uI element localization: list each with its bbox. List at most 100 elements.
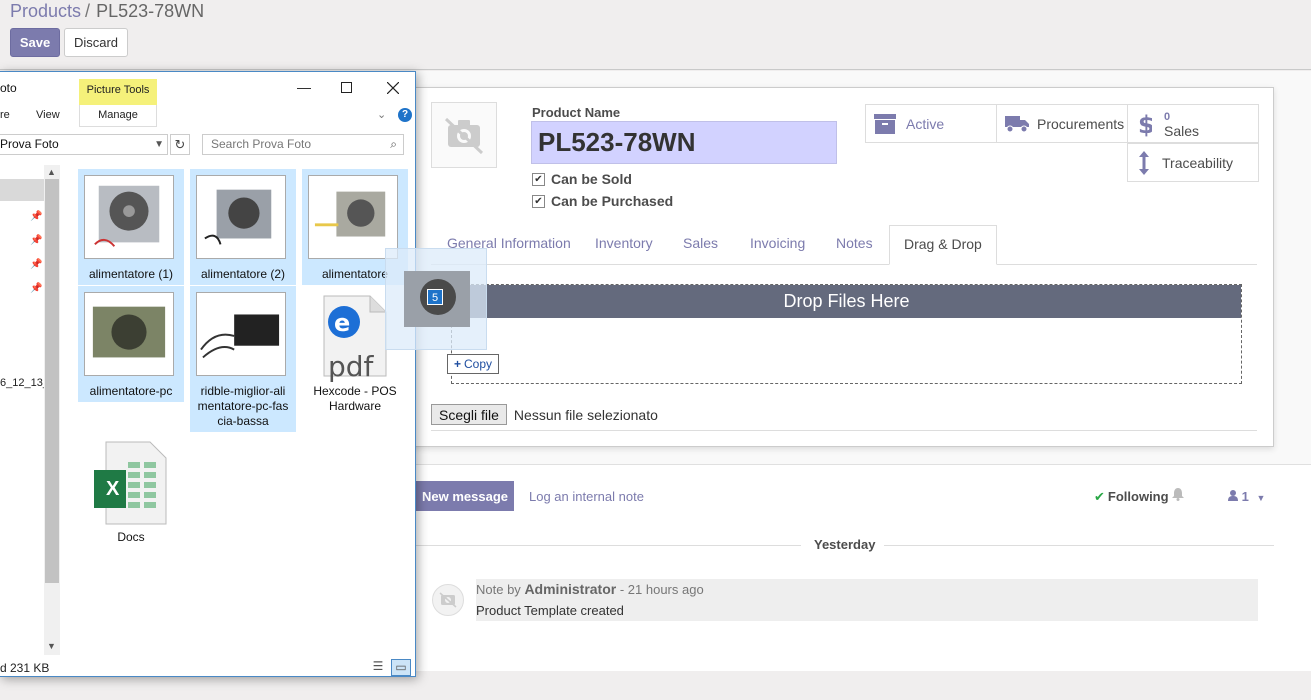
ribbon-tab-share[interactable]: re: [0, 109, 10, 121]
message-author[interactable]: Administrator: [524, 581, 616, 597]
vertical-scrollbar[interactable]: ▲ ▼: [44, 165, 60, 655]
power-supply-thumbnail: [196, 175, 286, 259]
traceability-smart-button[interactable]: Traceability: [1127, 143, 1259, 182]
archive-icon: [874, 113, 896, 134]
search-input[interactable]: Search Prova Foto ⌕: [202, 134, 404, 155]
tab-drag-drop[interactable]: Drag & Drop: [889, 225, 997, 265]
details-view-icon[interactable]: ☰: [368, 659, 388, 676]
message-body: Product Template created: [476, 603, 624, 618]
message: Note by Administrator - 21 hours ago Pro…: [476, 579, 1258, 621]
status-text: d 231 KB: [0, 661, 50, 675]
pin-icon: 📌: [30, 283, 43, 294]
drop-zone-header: Drop Files Here: [452, 285, 1241, 318]
breadcrumb-separator: /: [85, 1, 91, 21]
arrows-vertical-icon: [1139, 150, 1149, 175]
file-item-docs[interactable]: X Docs: [78, 436, 184, 548]
status-bar: d 231 KB ☰ ▭: [0, 657, 415, 676]
power-supply-thumbnail: [84, 175, 174, 259]
svg-text:e: e: [334, 309, 350, 337]
window-title: oto: [0, 81, 17, 95]
file-item-ridble[interactable]: ridble-miglior-ali mentatore-pc-fas cia-…: [190, 286, 296, 432]
file-name: Docs: [117, 530, 145, 544]
day-separator: Yesterday: [416, 537, 1274, 553]
pin-icon: 📌: [30, 211, 43, 222]
svg-text:$: $: [1138, 111, 1152, 137]
file-name: ridble-miglior-ali mentatore-pc-fas cia-…: [197, 384, 289, 428]
chevron-down-icon[interactable]: ▼: [154, 135, 164, 154]
traceability-label: Traceability: [1162, 154, 1234, 171]
nav-item-text[interactable]: 6_12_13_: [0, 377, 49, 389]
log-note-link[interactable]: Log an internal note: [529, 489, 644, 504]
tab-sales[interactable]: Sales: [683, 225, 718, 265]
discard-button[interactable]: Discard: [64, 28, 128, 57]
procurements-label: Procurements: [1037, 115, 1125, 132]
product-name-label: Product Name: [532, 105, 621, 120]
new-message-button[interactable]: New message: [416, 481, 514, 511]
close-icon[interactable]: [387, 82, 399, 94]
search-placeholder: Search Prova Foto: [211, 137, 312, 151]
maximize-icon[interactable]: [341, 82, 352, 93]
excel-letter: X: [106, 478, 120, 500]
active-label: Active: [906, 115, 945, 132]
can-be-purchased-label: Can be Purchased: [551, 193, 674, 209]
scroll-down-icon[interactable]: ▼: [47, 641, 56, 651]
following-label: Following: [1107, 489, 1169, 504]
scrollbar-thumb[interactable]: [45, 179, 59, 583]
large-icons-view-icon[interactable]: ▭: [391, 659, 411, 676]
file-name: alimentatore (1): [88, 267, 174, 281]
sales-smart-button[interactable]: $ 0 Sales: [1127, 104, 1259, 143]
excel-file-icon: [94, 441, 167, 525]
refresh-button[interactable]: ↻: [170, 134, 190, 155]
pdf-label: pdf: [328, 350, 374, 383]
divider: [431, 430, 1257, 431]
can-be-purchased-row[interactable]: ✔ Can be Purchased: [532, 193, 673, 209]
file-status: Nessun file selezionato: [513, 406, 658, 423]
save-button[interactable]: Save: [10, 28, 60, 57]
can-be-sold-checkbox[interactable]: ✔: [532, 172, 545, 186]
choose-file-button[interactable]: Scegli file: [431, 404, 507, 425]
file-item-alimentatore-1[interactable]: alimentatore (1): [78, 169, 184, 285]
breadcrumb: Products / PL523-78WN: [10, 0, 204, 22]
followers-count: 1: [1241, 489, 1249, 504]
product-image[interactable]: [431, 102, 497, 168]
procurements-smart-button[interactable]: Procurements: [996, 104, 1128, 143]
can-be-sold-row[interactable]: ✔ Can be Sold: [532, 171, 632, 187]
address-bar[interactable]: Prova Foto ▼: [0, 134, 168, 155]
file-item-alimentatore-2[interactable]: alimentatore (2): [190, 169, 296, 285]
drop-zone[interactable]: Drop Files Here + Copy: [447, 284, 1242, 384]
help-icon[interactable]: ?: [398, 108, 412, 122]
power-supply-thumbnail: [308, 175, 398, 259]
minimize-icon[interactable]: —: [297, 79, 311, 95]
file-name: alimentatore (2): [200, 267, 286, 281]
tab-inventory[interactable]: Inventory: [595, 225, 653, 265]
following-button[interactable]: ✔ Following: [1094, 489, 1169, 505]
file-explorer-window[interactable]: oto Picture Tools — re View Manage ⌄ ? P…: [0, 71, 416, 677]
breadcrumb-products-link[interactable]: Products: [10, 1, 81, 21]
copy-drag-tooltip: + Copy: [447, 354, 500, 374]
ribbon-tab-view[interactable]: View: [36, 109, 60, 121]
chevron-down-icon[interactable]: ⌄: [377, 108, 386, 121]
bell-icon[interactable]: [1172, 488, 1184, 501]
followers-dropdown[interactable]: 1 ▼: [1228, 489, 1265, 504]
avatar[interactable]: [432, 584, 464, 616]
user-icon: [1228, 490, 1238, 501]
tab-notes[interactable]: Notes: [836, 225, 873, 265]
power-supply-thumbnail: [196, 292, 286, 376]
nav-selected-item[interactable]: [0, 179, 44, 201]
product-name-input[interactable]: PL523-78WN: [531, 121, 837, 164]
file-name: Hexcode - POS Hardware: [313, 384, 397, 413]
can-be-purchased-checkbox[interactable]: ✔: [532, 194, 545, 208]
tab-invoicing[interactable]: Invoicing: [750, 225, 805, 265]
divider: [884, 545, 1274, 546]
pin-icon: 📌: [30, 259, 43, 270]
ribbon-tab-manage[interactable]: Manage: [79, 105, 157, 127]
navigation-pane[interactable]: 📌 📌 📌 📌 6_12_13_: [0, 167, 49, 657]
scroll-up-icon[interactable]: ▲: [47, 167, 56, 177]
dollar-icon: $: [1138, 111, 1152, 137]
file-item-alimentatore-pc[interactable]: alimentatore-pc: [78, 286, 184, 402]
check-icon: ✔: [1094, 489, 1105, 504]
active-smart-button[interactable]: Active: [865, 104, 997, 143]
file-input-row: Scegli file Nessun file selezionato: [431, 404, 658, 425]
pin-icon: 📌: [30, 235, 43, 246]
message-prefix: Note by: [476, 582, 521, 597]
